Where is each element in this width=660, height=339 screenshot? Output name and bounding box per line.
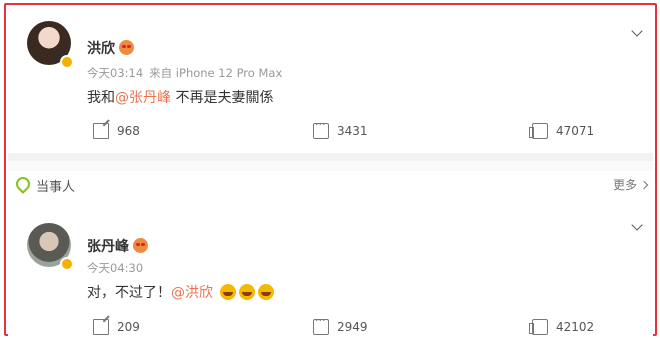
- comment-button[interactable]: 2949: [313, 314, 368, 335]
- mention-link[interactable]: @张丹峰: [115, 90, 171, 106]
- laugh-emoji-icon: [220, 284, 237, 300]
- more-link[interactable]: 更多: [613, 176, 647, 193]
- thumbs-up-icon: [529, 123, 548, 139]
- location-pin-icon: [13, 174, 33, 194]
- weibo-post: 洪欣 今天03:14 来自 iPhone 12 Pro Max 我和@张丹峰 不再…: [8, 7, 653, 153]
- comment-button[interactable]: 3431: [313, 118, 368, 139]
- thumbs-up-icon: [529, 319, 548, 335]
- post-actions: 968 3431 47071: [8, 118, 653, 143]
- verified-badge-icon: [60, 257, 74, 271]
- highlight-frame: 洪欣 今天03:14 来自 iPhone 12 Pro Max 我和@张丹峰 不再…: [4, 3, 657, 338]
- post-text: 对，不过了！@洪欣: [87, 282, 275, 302]
- weibo-post: 张丹峰 今天04:30 对，不过了！@洪欣 209 2949 42102: [8, 209, 653, 338]
- laugh-emoji-icon: [258, 284, 275, 300]
- chevron-down-icon[interactable]: [631, 219, 643, 231]
- chevron-down-icon[interactable]: [631, 25, 643, 37]
- mention-link[interactable]: @洪欣: [171, 285, 213, 301]
- laugh-emoji-icon: [239, 284, 256, 300]
- related-party-bar: 当事人 更多: [8, 171, 653, 207]
- share-icon: [93, 123, 109, 139]
- post-actions: 209 2949 42102: [8, 314, 653, 339]
- share-button[interactable]: 209: [93, 319, 140, 335]
- like-button[interactable]: 47071: [529, 123, 594, 139]
- author-name[interactable]: 张丹峰: [87, 236, 148, 256]
- post-meta: 今天03:14 来自 iPhone 12 Pro Max: [87, 65, 288, 81]
- share-button[interactable]: 968: [93, 123, 140, 139]
- post-text: 我和@张丹峰 不再是夫妻關係: [87, 90, 274, 106]
- member-badge-icon: [119, 39, 134, 55]
- share-icon: [93, 319, 109, 335]
- post-time[interactable]: 今天04:30: [87, 261, 143, 275]
- post-meta: 今天04:30: [87, 260, 149, 276]
- related-party-label: 当事人: [36, 180, 76, 195]
- verified-badge-icon: [60, 55, 74, 69]
- like-button[interactable]: 42102: [529, 319, 594, 335]
- comment-icon: [313, 118, 329, 139]
- post-source: 来自 iPhone 12 Pro Max: [149, 66, 283, 80]
- author-name[interactable]: 洪欣: [87, 38, 134, 58]
- comment-icon: [313, 314, 329, 335]
- section-divider: [8, 153, 653, 161]
- section-gap: [8, 161, 653, 171]
- post-time[interactable]: 今天03:14: [87, 66, 143, 80]
- member-badge-icon: [133, 237, 148, 253]
